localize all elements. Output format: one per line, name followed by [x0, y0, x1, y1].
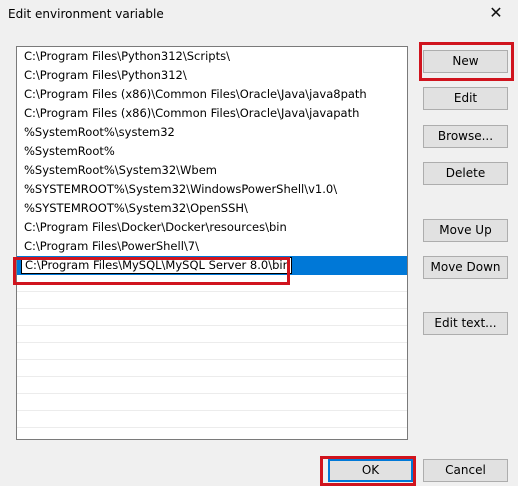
list-item-text: %SystemRoot%\System32\Wbem [24, 163, 218, 177]
path-list[interactable]: C:\Program Files\Python312\Scripts\ C:\P… [16, 46, 408, 440]
list-item-text: %SYSTEMROOT%\System32\OpenSSH\ [24, 201, 248, 215]
list-item[interactable]: C:\Program Files\Python312\Scripts\ [17, 47, 407, 66]
list-item[interactable]: C:\Program Files\Docker\Docker\resources… [17, 218, 407, 237]
cancel-button[interactable]: Cancel [423, 459, 508, 482]
empty-row[interactable] [17, 275, 407, 291]
edit-text-button[interactable]: Edit text... [423, 312, 508, 335]
close-icon[interactable]: ✕ [486, 3, 506, 23]
empty-row[interactable] [17, 394, 407, 410]
empty-row[interactable] [17, 309, 407, 325]
list-item-text: %SystemRoot% [24, 144, 115, 158]
list-item[interactable]: %SYSTEMROOT%\System32\WindowsPowerShell\… [17, 180, 407, 199]
empty-row[interactable] [17, 292, 407, 308]
empty-row[interactable] [17, 360, 407, 376]
list-item-text: C:\Program Files (x86)\Common Files\Orac… [24, 106, 360, 120]
list-item-text: C:\Program Files\Python312\ [24, 68, 187, 82]
list-item-selected[interactable]: C:\Program Files\MySQL\MySQL Server 8.0\… [17, 256, 407, 275]
browse-button[interactable]: Browse... [423, 125, 508, 148]
list-item[interactable]: %SystemRoot%\System32\Wbem [17, 161, 407, 180]
empty-row[interactable] [17, 411, 407, 427]
path-edit-value: C:\Program Files\MySQL\MySQL Server 8.0\… [25, 258, 290, 272]
list-item-text: C:\Program Files\Docker\Docker\resources… [24, 220, 287, 234]
list-item-text: %SYSTEMROOT%\System32\WindowsPowerShell\… [24, 182, 338, 196]
list-item[interactable]: C:\Program Files (x86)\Common Files\Orac… [17, 85, 407, 104]
list-item-text: C:\Program Files\Python312\Scripts\ [24, 49, 230, 63]
list-item-text: C:\Program Files (x86)\Common Files\Orac… [24, 87, 367, 101]
move-down-button[interactable]: Move Down [423, 256, 508, 279]
path-edit-field[interactable]: C:\Program Files\MySQL\MySQL Server 8.0\… [21, 257, 292, 274]
list-item[interactable]: C:\Program Files (x86)\Common Files\Orac… [17, 104, 407, 123]
delete-button[interactable]: Delete [423, 162, 508, 185]
empty-row[interactable] [17, 377, 407, 393]
empty-row[interactable] [17, 343, 407, 359]
text-caret [290, 259, 291, 272]
list-item-text: %SystemRoot%\system32 [24, 125, 175, 139]
list-item[interactable]: %SystemRoot%\system32 [17, 123, 407, 142]
move-up-button[interactable]: Move Up [423, 219, 508, 242]
list-item-text: C:\Program Files\PowerShell\7\ [24, 239, 199, 253]
edit-button[interactable]: Edit [423, 87, 508, 110]
list-item[interactable]: C:\Program Files\Python312\ [17, 66, 407, 85]
empty-row[interactable] [17, 326, 407, 342]
list-item[interactable]: %SYSTEMROOT%\System32\OpenSSH\ [17, 199, 407, 218]
edit-environment-variable-dialog: Edit environment variable ✕ C:\Program F… [0, 0, 518, 486]
list-item[interactable]: C:\Program Files\PowerShell\7\ [17, 237, 407, 256]
ok-button[interactable]: OK [328, 459, 413, 482]
new-button[interactable]: New [423, 50, 508, 73]
list-item[interactable]: %SystemRoot% [17, 142, 407, 161]
empty-row[interactable] [17, 428, 407, 439]
dialog-title: Edit environment variable [8, 7, 164, 21]
